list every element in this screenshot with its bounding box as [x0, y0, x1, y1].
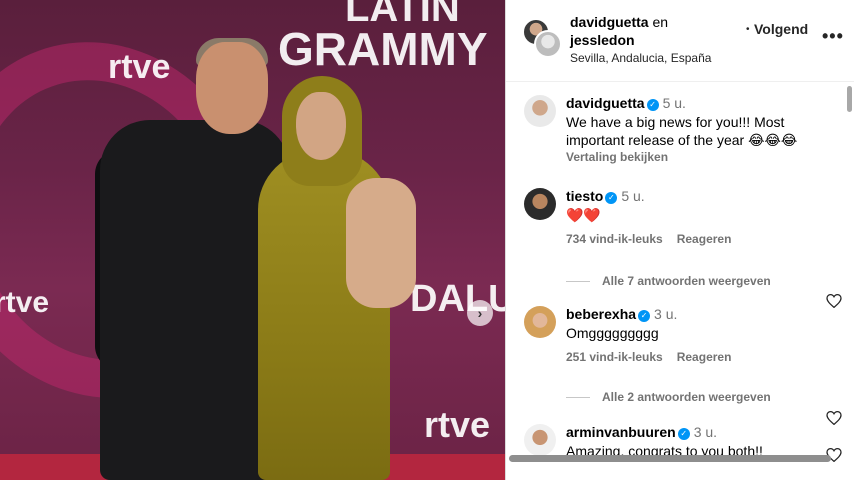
comment-text: We have a big news for you!!! Most impor… — [566, 114, 798, 148]
post-side-panel: davidguetta en jessledon Sevilla, Andalu… — [505, 0, 854, 480]
comment-time[interactable]: 3 u. — [654, 306, 677, 322]
post-header: davidguetta en jessledon Sevilla, Andalu… — [506, 0, 854, 82]
comment-text: Omggggggggg — [566, 325, 659, 341]
vertical-scrollbar[interactable] — [847, 86, 852, 112]
avatar-jessledon[interactable] — [534, 30, 562, 58]
horizontal-scrollbar[interactable] — [509, 455, 831, 462]
comment-username[interactable]: davidguetta — [566, 95, 645, 111]
reply-button[interactable]: Reageren — [677, 350, 732, 364]
comment-text: ❤️❤️ — [566, 207, 601, 223]
separator-dot: • — [746, 24, 750, 35]
see-translation-link[interactable]: Vertaling bekijken — [566, 150, 816, 164]
view-replies-button[interactable]: Alle 2 antwoorden weergeven — [566, 390, 771, 404]
replies-divider — [566, 280, 590, 282]
owner-username-1[interactable]: davidguetta — [570, 14, 649, 30]
woman-face — [296, 92, 346, 160]
verified-badge-icon: ✓ — [605, 192, 618, 204]
avatar[interactable] — [524, 188, 556, 220]
likes-count[interactable]: 251 vind-ik-leuks — [566, 350, 663, 364]
collab-avatars[interactable] — [522, 18, 564, 60]
post-location[interactable]: Sevilla, Andalucia, España — [570, 51, 711, 65]
replies-divider — [566, 396, 590, 398]
comment-username[interactable]: beberexha — [566, 306, 636, 322]
more-options-icon[interactable]: ••• — [822, 26, 844, 47]
comment-time[interactable]: 5 u. — [663, 95, 686, 111]
woman-arm — [346, 178, 416, 308]
man-head — [196, 42, 268, 134]
comment-time[interactable]: 3 u. — [694, 424, 717, 440]
comment-username[interactable]: tiesto — [566, 188, 603, 204]
heart-icon[interactable] — [826, 294, 842, 308]
post-photo[interactable]: LATIN GRAMMY rtve rtve rtve DALU › — [0, 0, 505, 480]
following-button[interactable]: Volgend — [754, 21, 808, 37]
avatar[interactable] — [524, 306, 556, 338]
verified-badge-icon: ✓ — [677, 428, 690, 440]
backdrop-text-rtve-1: rtve — [108, 48, 171, 86]
view-replies-label[interactable]: Alle 2 antwoorden weergeven — [602, 390, 771, 404]
view-replies-label[interactable]: Alle 7 antwoorden weergeven — [602, 274, 771, 288]
next-image-button[interactable]: › — [467, 300, 493, 326]
comment-username[interactable]: arminvanbuuren — [566, 424, 676, 440]
backdrop-text-grammy: GRAMMY — [278, 23, 488, 75]
view-replies-button[interactable]: Alle 7 antwoorden weergeven — [566, 274, 771, 288]
backdrop-text-rtve-3: rtve — [424, 404, 491, 445]
comment-meta: 251 vind-ik-leuks Reageren — [566, 350, 816, 364]
likes-count[interactable]: 734 vind-ik-leuks — [566, 232, 663, 246]
verified-badge-icon: ✓ — [646, 99, 659, 111]
chevron-right-icon: › — [477, 305, 483, 321]
comment-meta: 734 vind-ik-leuks Reageren — [566, 232, 816, 246]
heart-icon[interactable] — [826, 411, 842, 425]
comments-list[interactable]: davidguetta ✓ 5 u. We have a big news for … — [506, 82, 854, 480]
owner-username-2[interactable]: jessledon — [570, 32, 635, 48]
backdrop-text-rtve-2: rtve — [0, 286, 50, 319]
avatar[interactable] — [524, 95, 556, 127]
post-owners: davidguetta en jessledon — [570, 13, 740, 49]
verified-badge-icon: ✓ — [638, 310, 651, 322]
avatar[interactable] — [524, 424, 556, 456]
reply-button[interactable]: Reageren — [677, 232, 732, 246]
comment-time[interactable]: 5 u. — [621, 188, 644, 204]
owners-conjunction: en — [652, 14, 669, 30]
